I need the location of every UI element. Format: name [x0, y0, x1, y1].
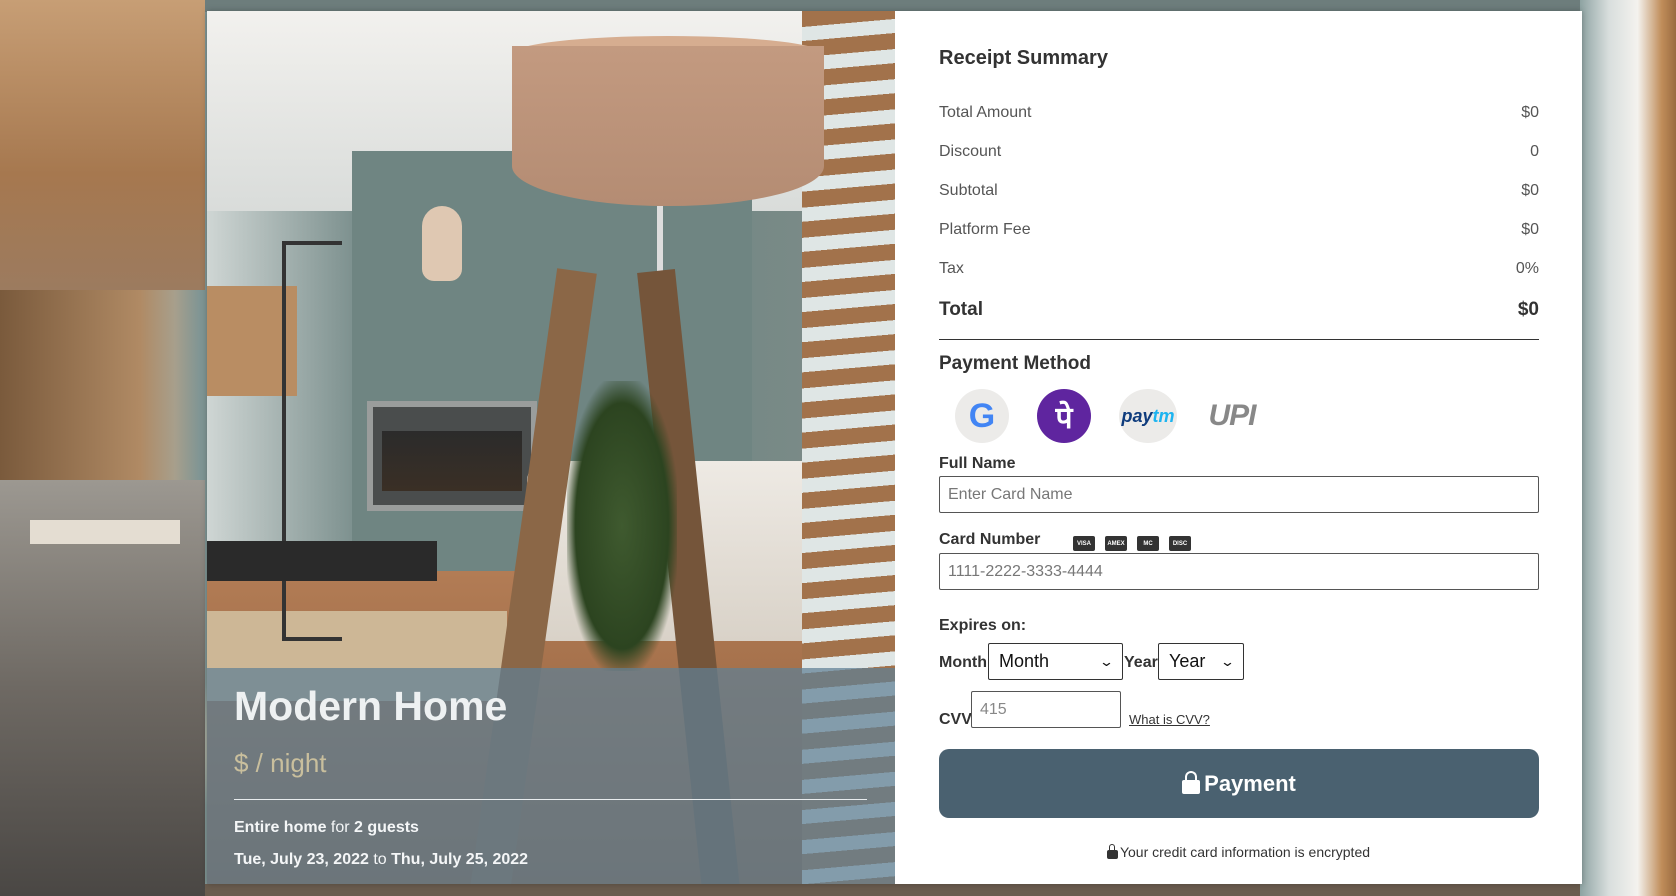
phonepe-glyph: पे: [1055, 401, 1073, 435]
receipt-label: Subtotal: [939, 182, 998, 199]
receipt-label: Tax: [939, 260, 964, 277]
receipt-row: Discount 0: [939, 143, 1539, 161]
photo-fireplace-opening: [382, 431, 522, 491]
background-wall-left: [0, 0, 205, 290]
google-pay-icon[interactable]: G: [955, 389, 1009, 443]
receipt-value: $0: [1521, 104, 1539, 121]
secure-note: Your credit card information is encrypte…: [895, 843, 1582, 860]
paytm-glyph-pay: pay: [1121, 405, 1153, 426]
receipt-row: Tax 0%: [939, 260, 1539, 278]
background-shelf: [30, 520, 180, 544]
receipt-row: Subtotal $0: [939, 182, 1539, 200]
receipt-total-row: Total $0: [939, 299, 1539, 321]
paytm-glyph-tm: tm: [1152, 405, 1175, 426]
cvv-label: CVV: [939, 711, 972, 728]
total-value: $0: [1517, 299, 1539, 320]
chevron-down-icon: ⌄: [1098, 653, 1115, 669]
year-select[interactable]: Year ⌄: [1158, 643, 1244, 680]
listing-guests: Entire home for 2 guests: [234, 819, 419, 837]
listing-title: Modern Home: [234, 683, 508, 729]
payment-panel: Receipt Summary Total Amount $0 Discount…: [895, 11, 1582, 884]
date-separator: to: [368, 851, 392, 868]
background-right: [1580, 0, 1676, 896]
booking-card: Modern Home $ / night Entire home for 2 …: [207, 11, 1582, 884]
receipt-label: Discount: [939, 143, 1002, 160]
receipt-label: Platform Fee: [939, 221, 1031, 238]
receipt-value: 0: [1530, 143, 1539, 160]
upi-icon[interactable]: UPI: [1205, 389, 1259, 443]
listing-dates: Tue, July 23, 2022 to Thu, July 25, 2022: [234, 851, 528, 869]
month-label: Month: [939, 654, 987, 671]
chevron-down-icon: ⌄: [1219, 653, 1236, 669]
paytm-icon[interactable]: pay tm: [1119, 389, 1177, 443]
month-select[interactable]: Month ⌄: [988, 643, 1123, 680]
receipt-divider: [939, 339, 1539, 340]
lock-icon: [1182, 770, 1201, 794]
receipt-row: Total Amount $0: [939, 104, 1539, 122]
discover-icon: DISC: [1169, 536, 1191, 551]
card-number-input[interactable]: [939, 553, 1539, 590]
lock-icon: [1106, 843, 1118, 859]
photo-hanging-plant: [567, 381, 677, 671]
amex-icon: AMEX: [1105, 536, 1127, 551]
year-selected-value: Year: [1169, 651, 1206, 671]
card-brand-icons: VISA AMEX MC DISC: [1073, 536, 1191, 551]
listing-type: Entire home: [234, 819, 327, 836]
full-name-label: Full Name: [939, 455, 1016, 472]
listing-divider: [234, 799, 867, 800]
photo-shelf: [282, 241, 342, 641]
listing-price: $ / night: [234, 748, 327, 778]
check-in-date: Tue, July 23, 2022: [234, 851, 369, 868]
total-label: Total: [939, 299, 983, 320]
photo-lamp-shade: [512, 46, 824, 206]
payment-method-options: G पे pay tm UPI: [955, 389, 1259, 443]
year-label: Year: [1124, 654, 1158, 671]
guest-count: 2 guests: [354, 819, 419, 836]
visa-icon: VISA: [1073, 536, 1095, 551]
payment-method-title: Payment Method: [939, 353, 1092, 374]
full-name-input[interactable]: [939, 476, 1539, 513]
card-number-label: Card Number: [939, 531, 1041, 548]
receipt-value: $0: [1521, 221, 1539, 238]
payment-button[interactable]: Payment: [939, 749, 1539, 818]
upi-glyph: UPI: [1208, 399, 1256, 432]
secure-note-text: Your credit card information is encrypte…: [1119, 844, 1371, 860]
receipt-value: 0%: [1515, 260, 1539, 277]
photo-coffee-table: [207, 541, 437, 581]
phonepe-icon[interactable]: पे: [1037, 389, 1091, 443]
month-selected-value: Month: [999, 651, 1050, 671]
listing-for: for: [326, 819, 355, 836]
what-is-cvv-link[interactable]: What is CVV?: [1129, 712, 1210, 727]
cvv-input[interactable]: [971, 691, 1121, 728]
receipt-title: Receipt Summary: [939, 47, 1108, 69]
receipt-label: Total Amount: [939, 104, 1032, 121]
receipt-row: Platform Fee $0: [939, 221, 1539, 239]
background-bottom-strip: [205, 884, 1580, 896]
photo-deer-head: [422, 206, 462, 281]
google-pay-glyph: G: [968, 396, 996, 435]
listing-photo: Modern Home $ / night Entire home for 2 …: [207, 11, 895, 884]
expires-label: Expires on:: [939, 617, 1027, 634]
payment-button-label: Payment: [1204, 770, 1296, 796]
receipt-value: $0: [1521, 182, 1539, 199]
mastercard-icon: MC: [1137, 536, 1159, 551]
check-out-date: Thu, July 25, 2022: [391, 851, 529, 868]
